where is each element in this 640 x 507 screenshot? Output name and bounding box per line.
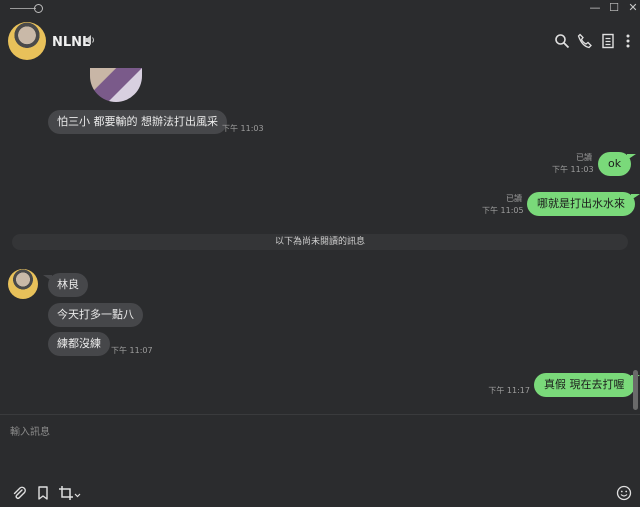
- unread-divider: 以下為尚未閱讀的訊息: [12, 234, 628, 250]
- message-time: 下午 11:07: [111, 346, 153, 355]
- phone-icon[interactable]: [577, 33, 593, 49]
- message-bubble[interactable]: 今天打多一點八: [48, 303, 143, 327]
- scrollbar-thumb[interactable]: [633, 370, 638, 410]
- shared-photo[interactable]: [90, 68, 142, 102]
- bookmark-icon[interactable]: [35, 485, 51, 501]
- close-button[interactable]: ✕: [626, 1, 640, 15]
- more-icon[interactable]: [620, 33, 636, 49]
- message-bubble[interactable]: ok: [598, 152, 637, 176]
- message-bubble[interactable]: 林良: [43, 273, 88, 297]
- minimize-button[interactable]: —: [588, 1, 602, 15]
- speaker-icon: [85, 35, 94, 45]
- message-time: 下午 11:03: [222, 124, 264, 133]
- search-icon[interactable]: [554, 33, 570, 49]
- opacity-slider-handle[interactable]: [34, 4, 43, 13]
- chat-header: NLNL: [0, 18, 640, 68]
- message-time: 下午 11:03: [552, 165, 594, 174]
- notes-icon[interactable]: [600, 33, 616, 49]
- message-bubble[interactable]: 真假 現在去打喔: [534, 373, 639, 397]
- crop-icon[interactable]: [58, 485, 82, 501]
- emoji-icon[interactable]: [616, 485, 632, 501]
- message-bubble[interactable]: 練都沒練: [48, 332, 110, 356]
- message-bubble[interactable]: 哪就是打出水水來: [527, 192, 640, 216]
- contact-avatar[interactable]: [8, 22, 46, 60]
- maximize-button[interactable]: ☐: [607, 1, 621, 15]
- title-bar: — ☐ ✕: [0, 0, 640, 18]
- opacity-slider-track[interactable]: [10, 8, 36, 9]
- message-time: 下午 11:05: [482, 206, 524, 215]
- read-receipt: 已讀: [506, 194, 522, 203]
- message-list[interactable]: 怕三小 都要輸的 想辦法打出風采 下午 11:03 已讀 下午 11:03 ok…: [0, 68, 640, 414]
- read-receipt: 已讀: [576, 153, 592, 162]
- message-time: 下午 11:17: [488, 386, 530, 395]
- message-input[interactable]: [10, 424, 610, 440]
- message-bubble[interactable]: 怕三小 都要輸的 想辦法打出風采: [48, 110, 227, 134]
- paperclip-icon[interactable]: [11, 485, 27, 501]
- sender-avatar[interactable]: [8, 269, 38, 299]
- composer-divider: [0, 414, 640, 415]
